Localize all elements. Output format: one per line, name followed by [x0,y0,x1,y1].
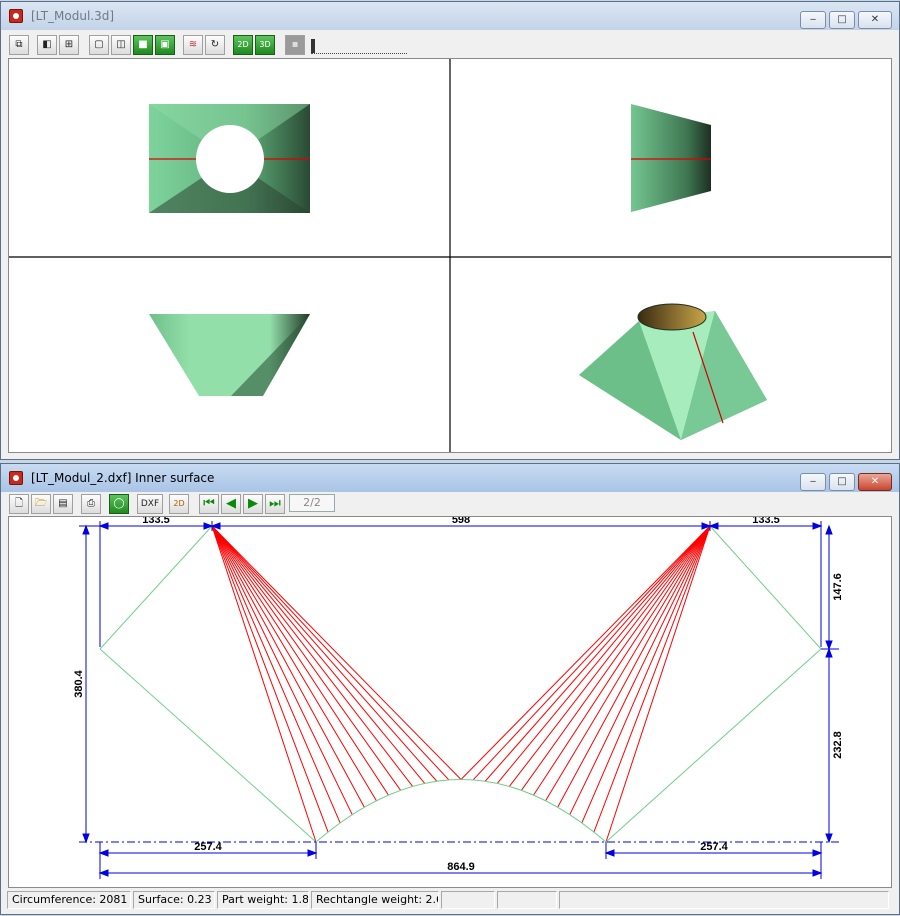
viewport-3d[interactable] [8,58,892,453]
single-view-button[interactable]: ◧ [37,35,57,55]
fold-lines [211,525,711,843]
dim-bottom-total: 864.9 [447,861,475,873]
unfold-2d-button[interactable]: 2D [233,35,253,55]
app-icon[interactable] [9,471,23,485]
rotate-icon[interactable]: ↻ [205,35,225,55]
disabled-tool-button: ▪ [285,35,305,55]
status-part-weight: Part weight: 1.8 kg [217,891,309,909]
status-empty-3 [559,891,889,909]
status-bar: Circumference: 2081 mm Surface: 0.23 m² … [7,891,893,909]
dxf-export-button[interactable]: DXF [137,494,163,514]
dim-bottom-right: 257.4 [700,841,728,853]
open-folder-icon[interactable]: 🗁 [31,494,51,514]
dim-right-upper: 147.6 [832,573,844,601]
dim-left-height: 380.4 [73,669,85,697]
dim-top-right: 133.5 [752,517,780,526]
toolbar-3d: ⧉ ◧ ⊞ ▢ ◫ ■ ▣ ≋ ↻ 2D 3D ▪ [5,34,895,56]
dim-bottom-left: 257.4 [194,841,222,853]
front-view [149,314,310,396]
shaded-button[interactable]: ■ [133,35,153,55]
new-file-icon[interactable]: 🗋 [9,494,29,514]
toolbar-2d: 🗋 🗁 ▤ ⎙ ◯ DXF 2D ⏮ ◀ ▶ ⏭ 2/2 [5,493,895,515]
status-empty-1 [441,891,495,909]
refresh-icon[interactable]: ◯ [109,494,129,514]
dimension-lines [79,521,839,879]
status-circumference: Circumference: 2081 mm [7,891,131,909]
title-bar-2d[interactable]: [LT_Modul_2.dxf] Inner surface ‒ □ ✕ [1,464,899,492]
dim-top-middle: 598 [452,517,470,526]
print-icon[interactable]: ⎙ [81,494,101,514]
four-views-button[interactable]: ⊞ [59,35,79,55]
status-empty-2 [497,891,557,909]
window-title: [LT_Modul.3d] [31,9,115,23]
status-rect-weight: Rechtangle weight: 2.6 kg [311,891,439,909]
close-button[interactable]: ✕ [858,473,892,491]
unfold-2d-button[interactable]: 2D [169,494,189,514]
top-view [149,104,310,213]
app-icon[interactable] [9,9,23,23]
last-page-icon[interactable]: ⏭ [265,494,285,514]
maximize-button[interactable]: □ [829,473,855,491]
slider-thumb[interactable] [311,39,315,53]
wireframe-button[interactable]: ▢ [89,35,109,55]
hidden-line-button[interactable]: ◫ [111,35,131,55]
zoom-slider[interactable] [311,37,407,54]
window-title: [LT_Modul_2.dxf] Inner surface [31,471,215,485]
unfold-2d-window: [LT_Modul_2.dxf] Inner surface ‒ □ ✕ 🗋 🗁… [0,463,900,915]
copy-button[interactable]: ⧉ [9,35,29,55]
minimize-button[interactable]: ‒ [800,11,826,29]
views-drawing [9,59,891,452]
first-page-icon[interactable]: ⏮ [199,494,219,514]
next-page-icon[interactable]: ▶ [243,494,263,514]
side-view [631,104,711,212]
part-outline [99,525,822,843]
minimize-button[interactable]: ‒ [800,473,826,491]
dim-right-lower: 232.8 [832,731,844,759]
maximize-button[interactable]: □ [829,11,855,29]
dimension-labels: 133.5 598 133.5 380.4 147.6 232.8 257.4 … [73,514,844,873]
close-button[interactable]: ✕ [858,11,892,29]
title-bar-3d[interactable]: [LT_Modul.3d] ‒ □ ✕ [1,2,899,30]
layers-icon[interactable]: ≋ [183,35,203,55]
dim-top-left: 133.5 [142,517,170,526]
save-icon[interactable]: ▤ [53,494,73,514]
unfold-drawing: 133.5 598 133.5 380.4 147.6 232.8 257.4 … [73,514,844,879]
iso-view [579,303,767,440]
view-3d-button[interactable]: 3D [255,35,275,55]
shaded-edges-button[interactable]: ▣ [155,35,175,55]
drawing-canvas[interactable]: 133.5 598 133.5 380.4 147.6 232.8 257.4 … [8,514,892,888]
page-indicator: 2/2 [289,494,335,512]
status-surface: Surface: 0.23 m² [133,891,215,909]
previous-page-icon[interactable]: ◀ [221,494,241,514]
model-3d-window: [LT_Modul.3d] ‒ □ ✕ ⧉ ◧ ⊞ ▢ ◫ ■ ▣ ≋ ↻ 2D… [0,1,900,460]
